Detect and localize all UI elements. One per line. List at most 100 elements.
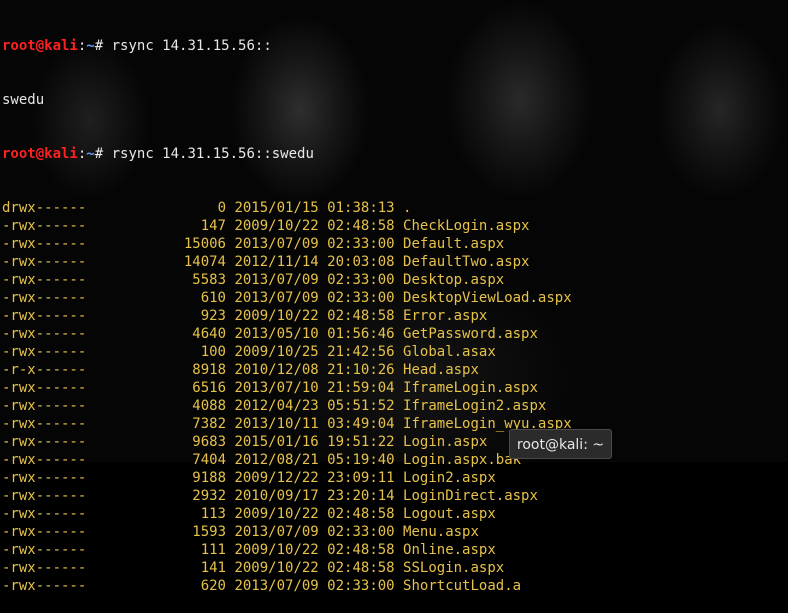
file-size: 620 <box>200 578 226 594</box>
file-time: 19:51:22 <box>327 434 395 450</box>
file-date: 2012/08/21 <box>234 452 319 468</box>
file-date: 2013/07/09 <box>234 272 319 288</box>
prompt-path: ~ <box>86 38 95 54</box>
file-permissions: -rwx------ <box>2 488 87 504</box>
listing-row: -r-x------ 8918 2010/12/08 21:10:26 Head.… <box>2 361 572 379</box>
listing-row: -rwx------ 9683 2015/01/16 19:51:22 Login… <box>2 433 572 451</box>
listing-row: -rwx------ 100 2009/10/25 21:42:56 Global… <box>2 343 572 361</box>
file-permissions: -rwx------ <box>2 380 87 396</box>
file-time: 21:42:56 <box>327 344 395 360</box>
file-permissions: -rwx------ <box>2 326 87 342</box>
file-time: 01:56:46 <box>327 326 395 342</box>
file-permissions: -rwx------ <box>2 452 87 468</box>
file-permissions: -rwx------ <box>2 398 87 414</box>
listing-row: -rwx------ 7382 2013/10/11 03:49:04 Ifram… <box>2 415 572 433</box>
file-time: 21:10:26 <box>327 362 395 378</box>
file-size: 6516 <box>192 380 226 396</box>
file-size: 923 <box>200 308 226 324</box>
file-name: DefaultTwo.aspx <box>403 254 530 270</box>
file-size: 610 <box>200 290 226 306</box>
file-time: 02:48:58 <box>327 308 395 324</box>
file-name: ShortcutLoad.a <box>403 578 522 594</box>
file-name: Login2.aspx <box>403 470 496 486</box>
file-permissions: -rwx------ <box>2 254 87 270</box>
file-size: 7404 <box>192 452 226 468</box>
file-time: 05:19:40 <box>327 452 395 468</box>
file-permissions: -rwx------ <box>2 218 87 234</box>
file-name: Head.aspx <box>403 362 479 378</box>
file-time: 02:33:00 <box>327 290 395 306</box>
file-time: 02:48:58 <box>327 506 395 522</box>
prompt-line-1: root@kali:~# rsync 14.31.15.56:: <box>2 38 272 54</box>
file-date: 2013/07/10 <box>234 380 319 396</box>
file-date: 2013/10/11 <box>234 416 319 432</box>
listing-row: -rwx------ 14074 2012/11/14 20:03:08 Defa… <box>2 253 572 271</box>
file-size: 7382 <box>192 416 226 432</box>
listing-row: -rwx------ 610 2013/07/09 02:33:00 Deskto… <box>2 289 572 307</box>
file-size: 4640 <box>192 326 226 342</box>
file-size: 4088 <box>192 398 226 414</box>
file-name: Logout.aspx <box>403 506 496 522</box>
file-time: 02:48:58 <box>327 218 395 234</box>
file-name: LoginDirect.aspx <box>403 488 538 504</box>
prompt-line-2: root@kali:~# rsync 14.31.15.56::swedu <box>2 146 314 162</box>
file-date: 2009/10/22 <box>234 308 319 324</box>
listing-row: -rwx------ 6516 2013/07/10 21:59:04 Ifram… <box>2 379 572 397</box>
file-time: 21:59:04 <box>327 380 395 396</box>
file-date: 2013/07/09 <box>234 290 319 306</box>
listing-row: -rwx------ 4088 2012/04/23 05:51:52 Ifram… <box>2 397 572 415</box>
file-date: 2010/09/17 <box>234 488 319 504</box>
file-permissions: -rwx------ <box>2 578 87 594</box>
file-size: 113 <box>200 506 226 522</box>
command-text: rsync 14.31.15.56:: <box>103 38 272 54</box>
command-text: rsync 14.31.15.56::swedu <box>103 146 314 162</box>
file-time: 02:33:00 <box>327 236 395 252</box>
terminal-output[interactable]: root@kali:~# rsync 14.31.15.56:: swedu r… <box>2 1 572 613</box>
file-name: IframeLogin2.aspx <box>403 398 547 414</box>
file-permissions: -r-x------ <box>2 362 87 378</box>
file-permissions: -rwx------ <box>2 344 87 360</box>
file-date: 2015/01/15 <box>234 200 319 216</box>
listing-row: -rwx------ 4640 2013/05/10 01:56:46 GetPa… <box>2 325 572 343</box>
file-name: Menu.aspx <box>403 524 479 540</box>
file-size: 14074 <box>183 254 226 270</box>
listing-row: -rwx------ 1593 2013/07/09 02:33:00 Menu.… <box>2 523 572 541</box>
file-size: 9188 <box>192 470 226 486</box>
file-size: 15006 <box>183 236 226 252</box>
file-permissions: -rwx------ <box>2 416 87 432</box>
file-time: 23:09:11 <box>327 470 395 486</box>
prompt-path: ~ <box>86 146 95 162</box>
file-size: 141 <box>200 560 226 576</box>
file-name: Error.aspx <box>403 308 488 324</box>
file-permissions: -rwx------ <box>2 434 87 450</box>
file-time: 02:33:00 <box>327 524 395 540</box>
terminal-title-tooltip: root@kali: ~ <box>509 429 612 459</box>
command-output: swedu <box>2 92 45 108</box>
prompt-user: root@kali <box>2 146 78 162</box>
file-permissions: -rwx------ <box>2 470 87 486</box>
file-size: 1593 <box>192 524 226 540</box>
file-date: 2010/12/08 <box>234 362 319 378</box>
listing-row: -rwx------ 620 2013/07/09 02:33:00 Shortc… <box>2 577 572 595</box>
file-date: 2013/07/09 <box>234 578 319 594</box>
listing-row: -rwx------ 113 2009/10/22 02:48:58 Logout… <box>2 505 572 523</box>
listing-row: -rwx------ 15006 2013/07/09 02:33:00 Defa… <box>2 235 572 253</box>
listing-row: -rwx------ 147 2009/10/22 02:48:58 CheckL… <box>2 217 572 235</box>
file-date: 2009/10/22 <box>234 542 319 558</box>
file-size: 2932 <box>192 488 226 504</box>
file-time: 02:48:58 <box>327 560 395 576</box>
file-permissions: -rwx------ <box>2 506 87 522</box>
file-name: GetPassword.aspx <box>403 326 538 342</box>
listing-row: -rwx------ 2932 2010/09/17 23:20:14 Login… <box>2 487 572 505</box>
file-time: 03:49:04 <box>327 416 395 432</box>
file-date: 2013/05/10 <box>234 326 319 342</box>
file-permissions: -rwx------ <box>2 272 87 288</box>
file-permissions: -rwx------ <box>2 236 87 252</box>
file-permissions: -rwx------ <box>2 308 87 324</box>
file-size: 100 <box>200 344 226 360</box>
file-date: 2013/07/09 <box>234 236 319 252</box>
file-date: 2012/11/14 <box>234 254 319 270</box>
file-name: Global.asax <box>403 344 496 360</box>
file-date: 2009/10/22 <box>234 560 319 576</box>
file-time: 20:03:08 <box>327 254 395 270</box>
